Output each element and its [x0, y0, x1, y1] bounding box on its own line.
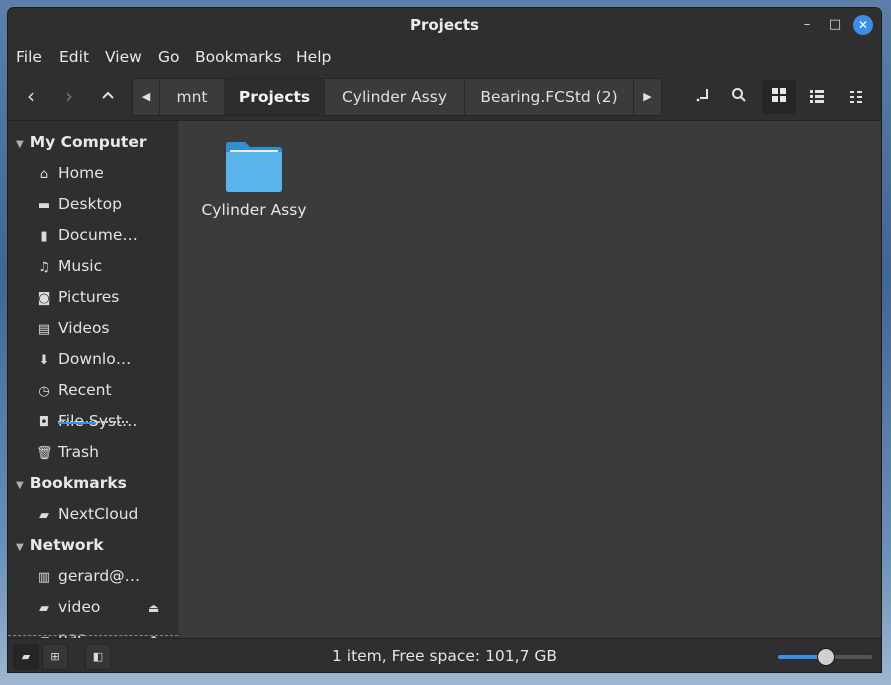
- window-title: Projects: [409, 16, 479, 34]
- maximize-icon[interactable]: □: [825, 15, 845, 35]
- drive-icon: ◘: [38, 415, 50, 430]
- breadcrumb-projects[interactable]: Projects: [225, 79, 325, 115]
- menu-go[interactable]: Go: [158, 48, 180, 66]
- collapse-triangle-icon[interactable]: ▼: [16, 542, 24, 553]
- sidebar-item-pictures[interactable]: ◙ Pictures: [36, 288, 176, 306]
- eject-icon[interactable]: ⏏: [148, 601, 159, 615]
- up-icon[interactable]: [95, 84, 121, 108]
- sidebar-item-desktop[interactable]: ▬ Desktop: [36, 195, 176, 213]
- clock-icon: ◷: [38, 384, 50, 399]
- sidebar-item-documents[interactable]: ▮ Docume…: [36, 226, 176, 244]
- folder-icon: ▰: [39, 508, 49, 523]
- document-icon: ▮: [40, 229, 48, 244]
- search-icon[interactable]: [722, 84, 756, 112]
- camera-icon: ◙: [37, 291, 51, 306]
- status-bar: ▰ ⊞ ◧ 1 item, Free space: 101,7 GB: [8, 638, 881, 672]
- sidebar-header-my-computer[interactable]: ▼ My Computer: [16, 133, 147, 151]
- collapse-triangle-icon[interactable]: ▼: [16, 139, 24, 150]
- menu-view[interactable]: View: [105, 48, 142, 66]
- sidebar-item-videos[interactable]: ▤ Videos: [36, 319, 176, 337]
- breadcrumb-right-arrow-icon[interactable]: ▶: [634, 79, 661, 115]
- compact-view-icon[interactable]: [839, 84, 873, 112]
- collapse-triangle-icon[interactable]: ▼: [16, 480, 24, 491]
- zoom-slider-handle[interactable]: [817, 648, 835, 666]
- list-view-icon[interactable]: [800, 84, 834, 112]
- title-bar[interactable]: Projects – □ ✕: [8, 8, 881, 42]
- network-folder-icon: ▰: [39, 601, 49, 616]
- sidebar-header-bookmarks[interactable]: ▼ Bookmarks: [16, 474, 127, 492]
- back-icon[interactable]: ‹: [18, 84, 44, 108]
- desktop-icon: ▬: [37, 198, 51, 213]
- disk-usage-fill: [58, 422, 96, 424]
- sidebar-item-home[interactable]: ⌂ Home: [36, 164, 176, 182]
- menu-bar: File Edit View Go Bookmarks Help: [8, 42, 881, 72]
- minimize-icon[interactable]: –: [797, 15, 817, 35]
- breadcrumb: ◀ mnt Projects Cylinder Assy Bearing.FCS…: [132, 78, 662, 116]
- sidebar-item-recent[interactable]: ◷ Recent: [36, 381, 176, 399]
- download-icon: ⬇: [38, 353, 50, 368]
- file-view[interactable]: Cylinder Assy: [179, 121, 881, 638]
- home-icon: ⌂: [39, 167, 49, 182]
- trash-icon: 🗑: [36, 446, 53, 461]
- folder-icon: [226, 142, 282, 192]
- menu-file[interactable]: File: [16, 48, 42, 66]
- sidebar-header-network[interactable]: ▼ Network: [16, 536, 104, 554]
- sidebar-item-trash[interactable]: 🗑 Trash: [36, 443, 176, 461]
- menu-edit[interactable]: Edit: [59, 48, 89, 66]
- sidebar-divider: [8, 635, 178, 636]
- menu-help[interactable]: Help: [296, 48, 331, 66]
- folder-item-cylinder-assy[interactable]: Cylinder Assy: [199, 141, 309, 219]
- breadcrumb-bearing[interactable]: Bearing.FCStd (2): [465, 79, 634, 115]
- music-icon: ♫: [38, 260, 50, 275]
- film-icon: ▤: [37, 322, 51, 337]
- server-icon: ▥: [37, 570, 51, 585]
- forward-icon[interactable]: ›: [56, 84, 82, 108]
- file-manager-window: Projects – □ ✕ File Edit View Go Bookmar…: [8, 8, 881, 672]
- toolbar: ‹ › ◀ mnt Projects Cylinder Assy Bearing…: [8, 72, 881, 121]
- zoom-slider[interactable]: [778, 648, 872, 666]
- sidebar-item-music[interactable]: ♫ Music: [36, 257, 176, 275]
- folder-label: Cylinder Assy: [201, 201, 307, 219]
- sidebar-item-downloads[interactable]: ⬇ Downlo…: [36, 350, 176, 368]
- sidebar: ▼ My Computer ⌂ Home ▬ Desktop ▮ Docume… ♫ Mu…: [8, 121, 178, 638]
- icon-view-icon[interactable]: [762, 80, 796, 114]
- breadcrumb-cylinder-assy[interactable]: Cylinder Assy: [325, 79, 465, 115]
- breadcrumb-mnt[interactable]: mnt: [160, 79, 225, 115]
- breadcrumb-left-arrow-icon[interactable]: ◀: [133, 79, 160, 115]
- sidebar-item-nextcloud[interactable]: ▰ NextCloud: [36, 505, 176, 523]
- toggle-location-icon[interactable]: [686, 84, 720, 112]
- close-icon[interactable]: ✕: [853, 15, 873, 35]
- sidebar-item-gerard[interactable]: ▥ gerard@…: [36, 567, 176, 585]
- menu-bookmarks[interactable]: Bookmarks: [195, 48, 282, 66]
- status-text: 1 item, Free space: 101,7 GB: [331, 647, 558, 665]
